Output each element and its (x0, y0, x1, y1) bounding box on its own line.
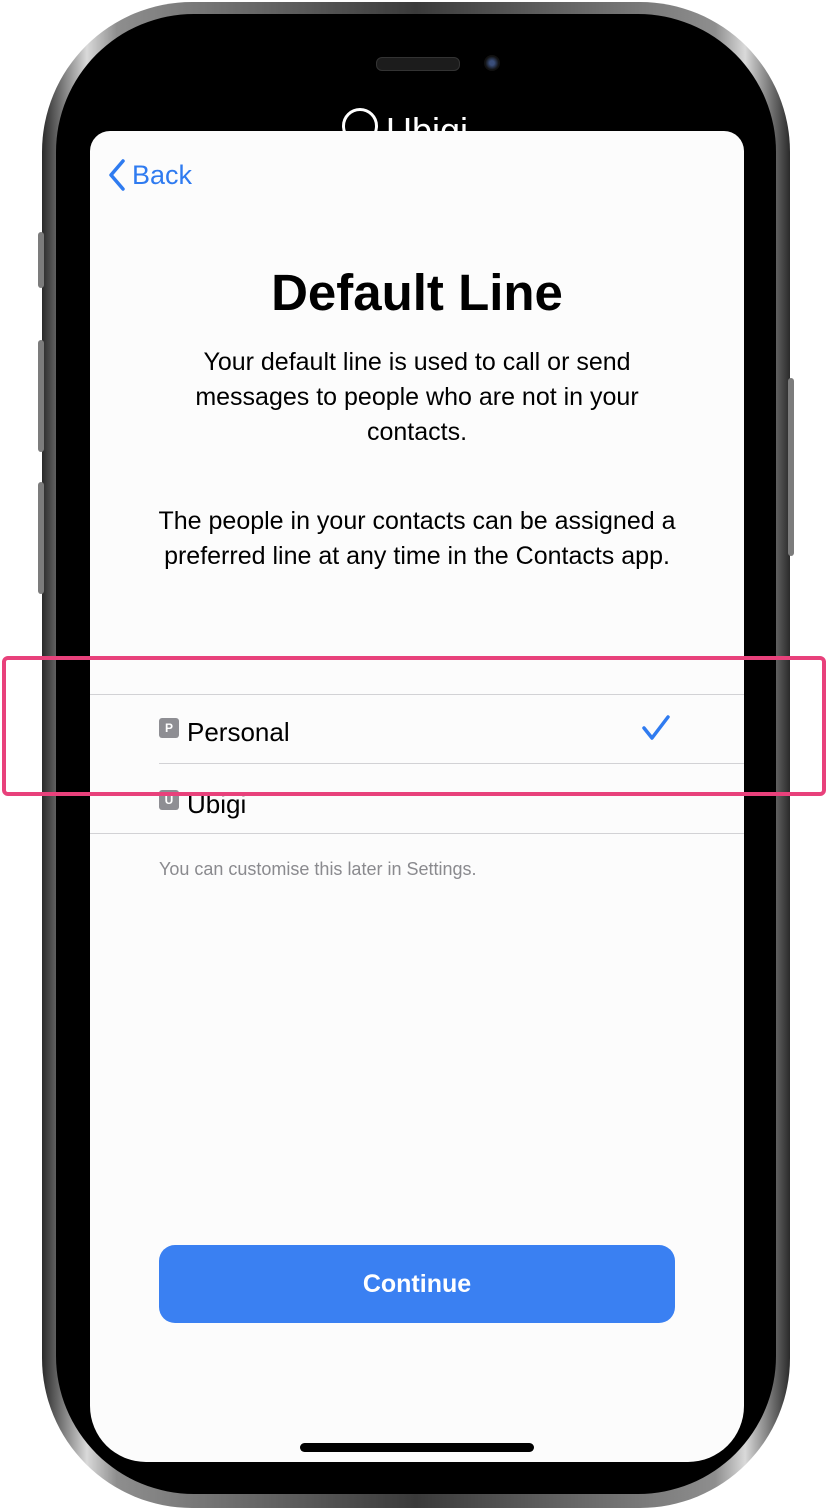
divider-bottom (90, 833, 744, 834)
background-app-logo: Ubigi (342, 104, 492, 134)
default-line-sheet: Back Default Line Your default line is u… (90, 131, 744, 1462)
back-button[interactable]: Back (108, 159, 192, 191)
speaker-grille (376, 57, 460, 71)
line-option-label: Ubigi (187, 789, 247, 819)
settings-note: You can customise this later in Settings… (159, 859, 477, 879)
back-label: Back (132, 159, 193, 190)
volume-up-button (38, 340, 44, 452)
front-camera (484, 55, 500, 71)
line-option-personal[interactable]: P Personal (90, 695, 744, 763)
ubigi-badge: U (159, 790, 179, 810)
silent-switch (38, 232, 44, 288)
power-button (788, 378, 794, 556)
page-title: Default Line (271, 264, 563, 321)
line-option-label: Personal (187, 717, 290, 747)
checkmark-icon (642, 715, 670, 740)
volume-down-button (38, 482, 44, 594)
line-option-ubigi[interactable]: U Ubigi (90, 764, 744, 832)
description-default-line: Your default line is used to call or sen… (195, 348, 639, 446)
home-indicator (300, 1443, 534, 1452)
continue-button[interactable]: Continue (159, 1245, 675, 1323)
chevron-left-icon (109, 159, 125, 191)
description-contacts: The people in your contacts can be assig… (158, 507, 676, 570)
personal-badge: P (159, 718, 179, 738)
